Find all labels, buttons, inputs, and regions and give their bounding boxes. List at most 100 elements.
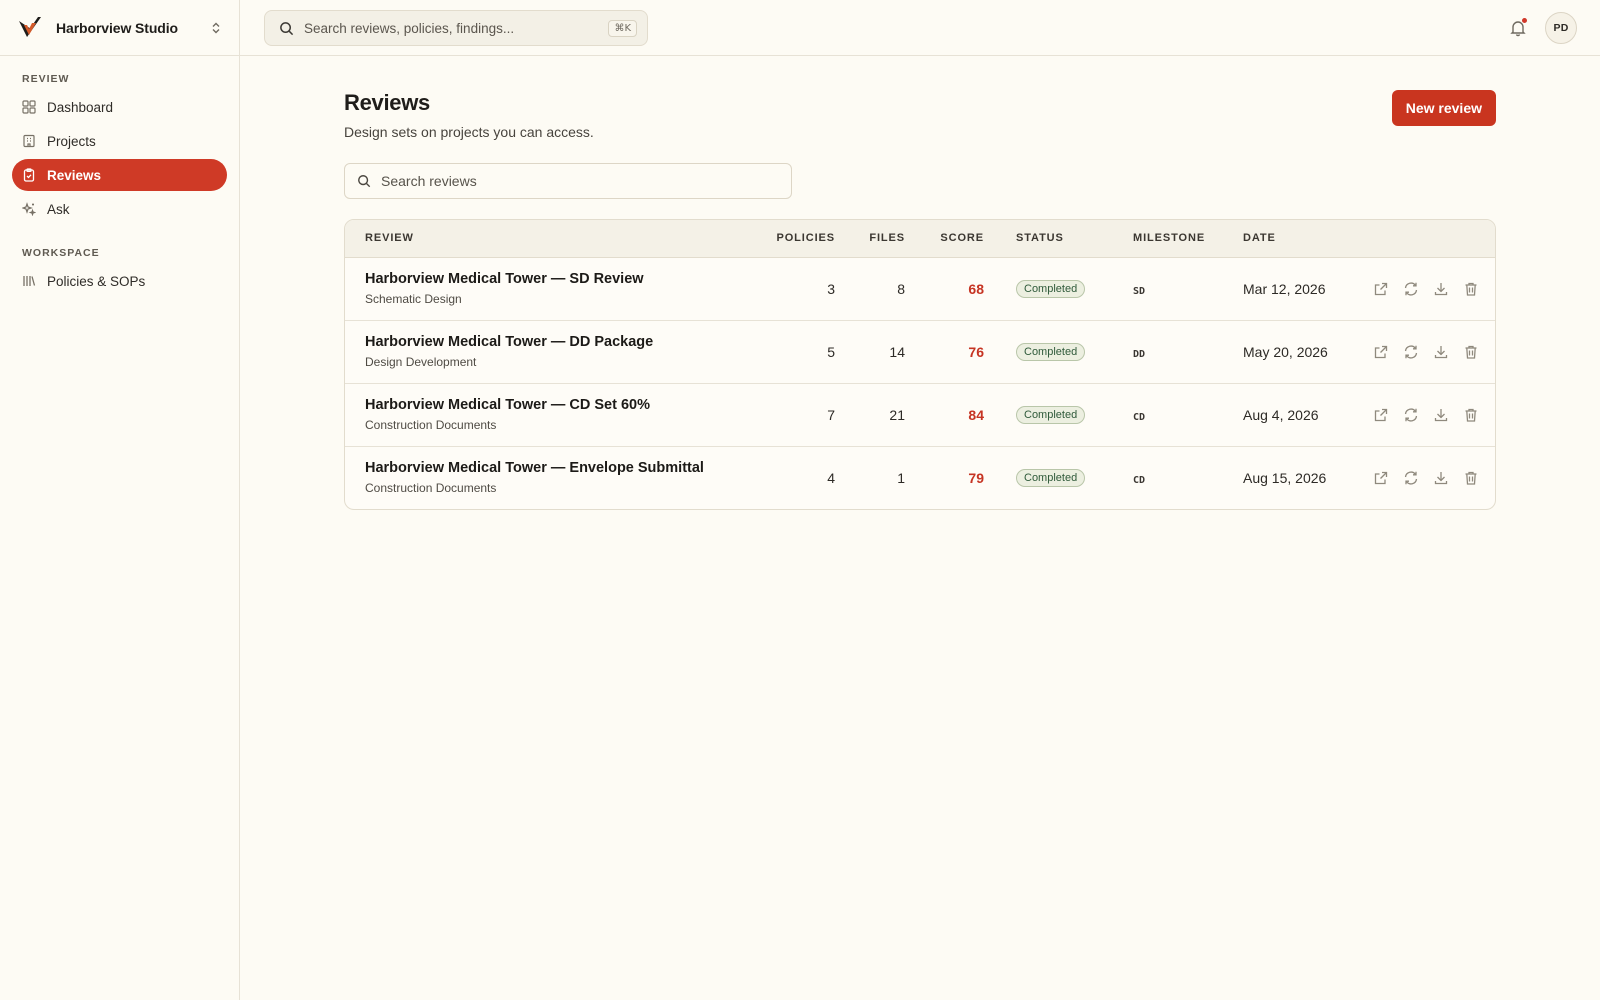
new-review-button[interactable]: New review [1391, 90, 1496, 126]
milestone-code: SD [1133, 285, 1146, 297]
score-value: 68 [968, 280, 984, 297]
download-icon[interactable] [1433, 281, 1449, 297]
sparkle-icon [22, 202, 36, 216]
building-icon [22, 134, 36, 148]
avatar[interactable]: PD [1545, 12, 1577, 44]
refresh-icon[interactable] [1403, 470, 1419, 486]
notification-dot [1521, 17, 1528, 24]
sidebar-item-reviews[interactable]: Reviews [12, 159, 227, 191]
files-count: 8 [897, 280, 905, 297]
column-header-review[interactable]: REVIEW [365, 220, 745, 258]
review-phase: Construction Documents [365, 481, 497, 496]
review-title[interactable]: Harborview Medical Tower — SD Review [365, 271, 745, 287]
status-badge: Completed [1016, 280, 1086, 298]
row-actions [1373, 281, 1495, 297]
review-phase: Design Development [365, 355, 477, 369]
trash-icon[interactable] [1463, 281, 1479, 297]
status-badge: Completed [1016, 343, 1086, 361]
row-actions [1373, 407, 1495, 423]
org-name: Harborview Studio [56, 20, 178, 36]
milestone-code: CD [1133, 474, 1146, 486]
trash-icon[interactable] [1463, 407, 1479, 423]
review-title[interactable]: Harborview Medical Tower — CD Set 60% [365, 397, 745, 413]
nav-section-review: REVIEW [22, 73, 70, 85]
nav-section-workspace: WORKSPACE [22, 247, 100, 259]
reviews-search-input[interactable] [381, 173, 791, 189]
download-icon[interactable] [1433, 470, 1449, 486]
top-bar: Harborview Studio ⌘K PD [0, 0, 1600, 56]
trash-icon[interactable] [1463, 470, 1479, 486]
reviews-table: REVIEW POLICIES FILES SCORE STATUS MILES… [344, 219, 1496, 510]
column-header-policies[interactable]: POLICIES [745, 220, 835, 258]
table-row[interactable]: Harborview Medical Tower — SD Review Sch… [345, 257, 1495, 320]
row-actions [1373, 470, 1495, 486]
policies-count: 7 [827, 406, 835, 423]
page-subtitle: Design sets on projects you can access. [344, 124, 594, 140]
trash-icon[interactable] [1463, 344, 1479, 360]
status-badge: Completed [1016, 469, 1086, 488]
milestone-code: CD [1133, 411, 1146, 423]
clipboard-icon [22, 168, 36, 182]
page-title: Reviews [344, 90, 430, 115]
files-count: 14 [889, 343, 905, 360]
org-switcher[interactable]: Harborview Studio [0, 0, 240, 56]
policies-count: 5 [827, 343, 835, 360]
review-title[interactable]: Harborview Medical Tower — Envelope Subm… [365, 460, 745, 476]
review-phase: Construction Documents [365, 418, 497, 432]
sidebar-item-dashboard[interactable]: Dashboard [12, 91, 227, 123]
global-search[interactable]: ⌘K [264, 10, 648, 46]
sidebar-item-label: Dashboard [47, 99, 114, 115]
sidebar: REVIEW Dashboard Projects Reviews Ask WO… [0, 56, 240, 1000]
download-icon[interactable] [1433, 407, 1449, 423]
shortcut-hint: ⌘K [608, 19, 637, 37]
sidebar-item-label: Projects [47, 133, 96, 149]
library-icon [22, 274, 36, 288]
score-value: 84 [968, 406, 984, 423]
sidebar-item-projects[interactable]: Projects [12, 125, 227, 157]
table-row[interactable]: Harborview Medical Tower — CD Set 60% Co… [345, 383, 1495, 446]
notifications-button[interactable] [1506, 16, 1530, 40]
review-phase: Schematic Design [365, 292, 462, 306]
search-icon [279, 21, 294, 36]
review-date: Aug 15, 2026 [1243, 469, 1327, 486]
sidebar-item-label: Policies & SOPs [47, 273, 146, 289]
column-header-files[interactable]: FILES [835, 220, 905, 258]
external-link-icon[interactable] [1373, 344, 1389, 360]
table-row[interactable]: Harborview Medical Tower — DD Package De… [345, 320, 1495, 383]
review-title[interactable]: Harborview Medical Tower — DD Package [365, 334, 745, 350]
refresh-icon[interactable] [1403, 407, 1419, 423]
column-header-date[interactable]: DATE [1243, 220, 1373, 258]
external-link-icon[interactable] [1373, 407, 1389, 423]
external-link-icon[interactable] [1373, 470, 1389, 486]
dashboard-icon [22, 100, 36, 114]
external-link-icon[interactable] [1373, 281, 1389, 297]
review-date: Aug 4, 2026 [1243, 406, 1319, 423]
global-search-input[interactable] [304, 20, 609, 36]
reviews-search[interactable] [344, 163, 792, 199]
score-value: 79 [968, 469, 984, 486]
sidebar-item-label: Reviews [47, 167, 102, 183]
table-row[interactable]: Harborview Medical Tower — Envelope Subm… [345, 446, 1495, 509]
status-badge: Completed [1016, 406, 1086, 424]
review-date: May 20, 2026 [1243, 343, 1328, 360]
download-icon[interactable] [1433, 344, 1449, 360]
sidebar-item-label: Ask [47, 201, 70, 217]
refresh-icon[interactable] [1403, 344, 1419, 360]
policies-count: 4 [827, 469, 835, 486]
logo-icon [18, 15, 42, 41]
sidebar-item-ask[interactable]: Ask [12, 193, 227, 225]
column-header-status[interactable]: STATUS [1016, 220, 1133, 258]
milestone-code: DD [1133, 348, 1146, 360]
files-count: 21 [889, 406, 905, 423]
refresh-icon[interactable] [1403, 281, 1419, 297]
row-actions [1373, 344, 1495, 360]
table-header: REVIEW POLICIES FILES SCORE STATUS MILES… [345, 220, 1495, 258]
files-count: 1 [897, 469, 905, 486]
column-header-score[interactable]: SCORE [905, 220, 984, 258]
sidebar-item-policies[interactable]: Policies & SOPs [12, 265, 227, 297]
column-header-milestone[interactable]: MILESTONE [1133, 220, 1243, 258]
chevron-up-down-icon[interactable] [209, 21, 223, 35]
review-date: Mar 12, 2026 [1243, 280, 1326, 297]
score-value: 76 [968, 343, 984, 360]
search-icon [357, 174, 371, 188]
